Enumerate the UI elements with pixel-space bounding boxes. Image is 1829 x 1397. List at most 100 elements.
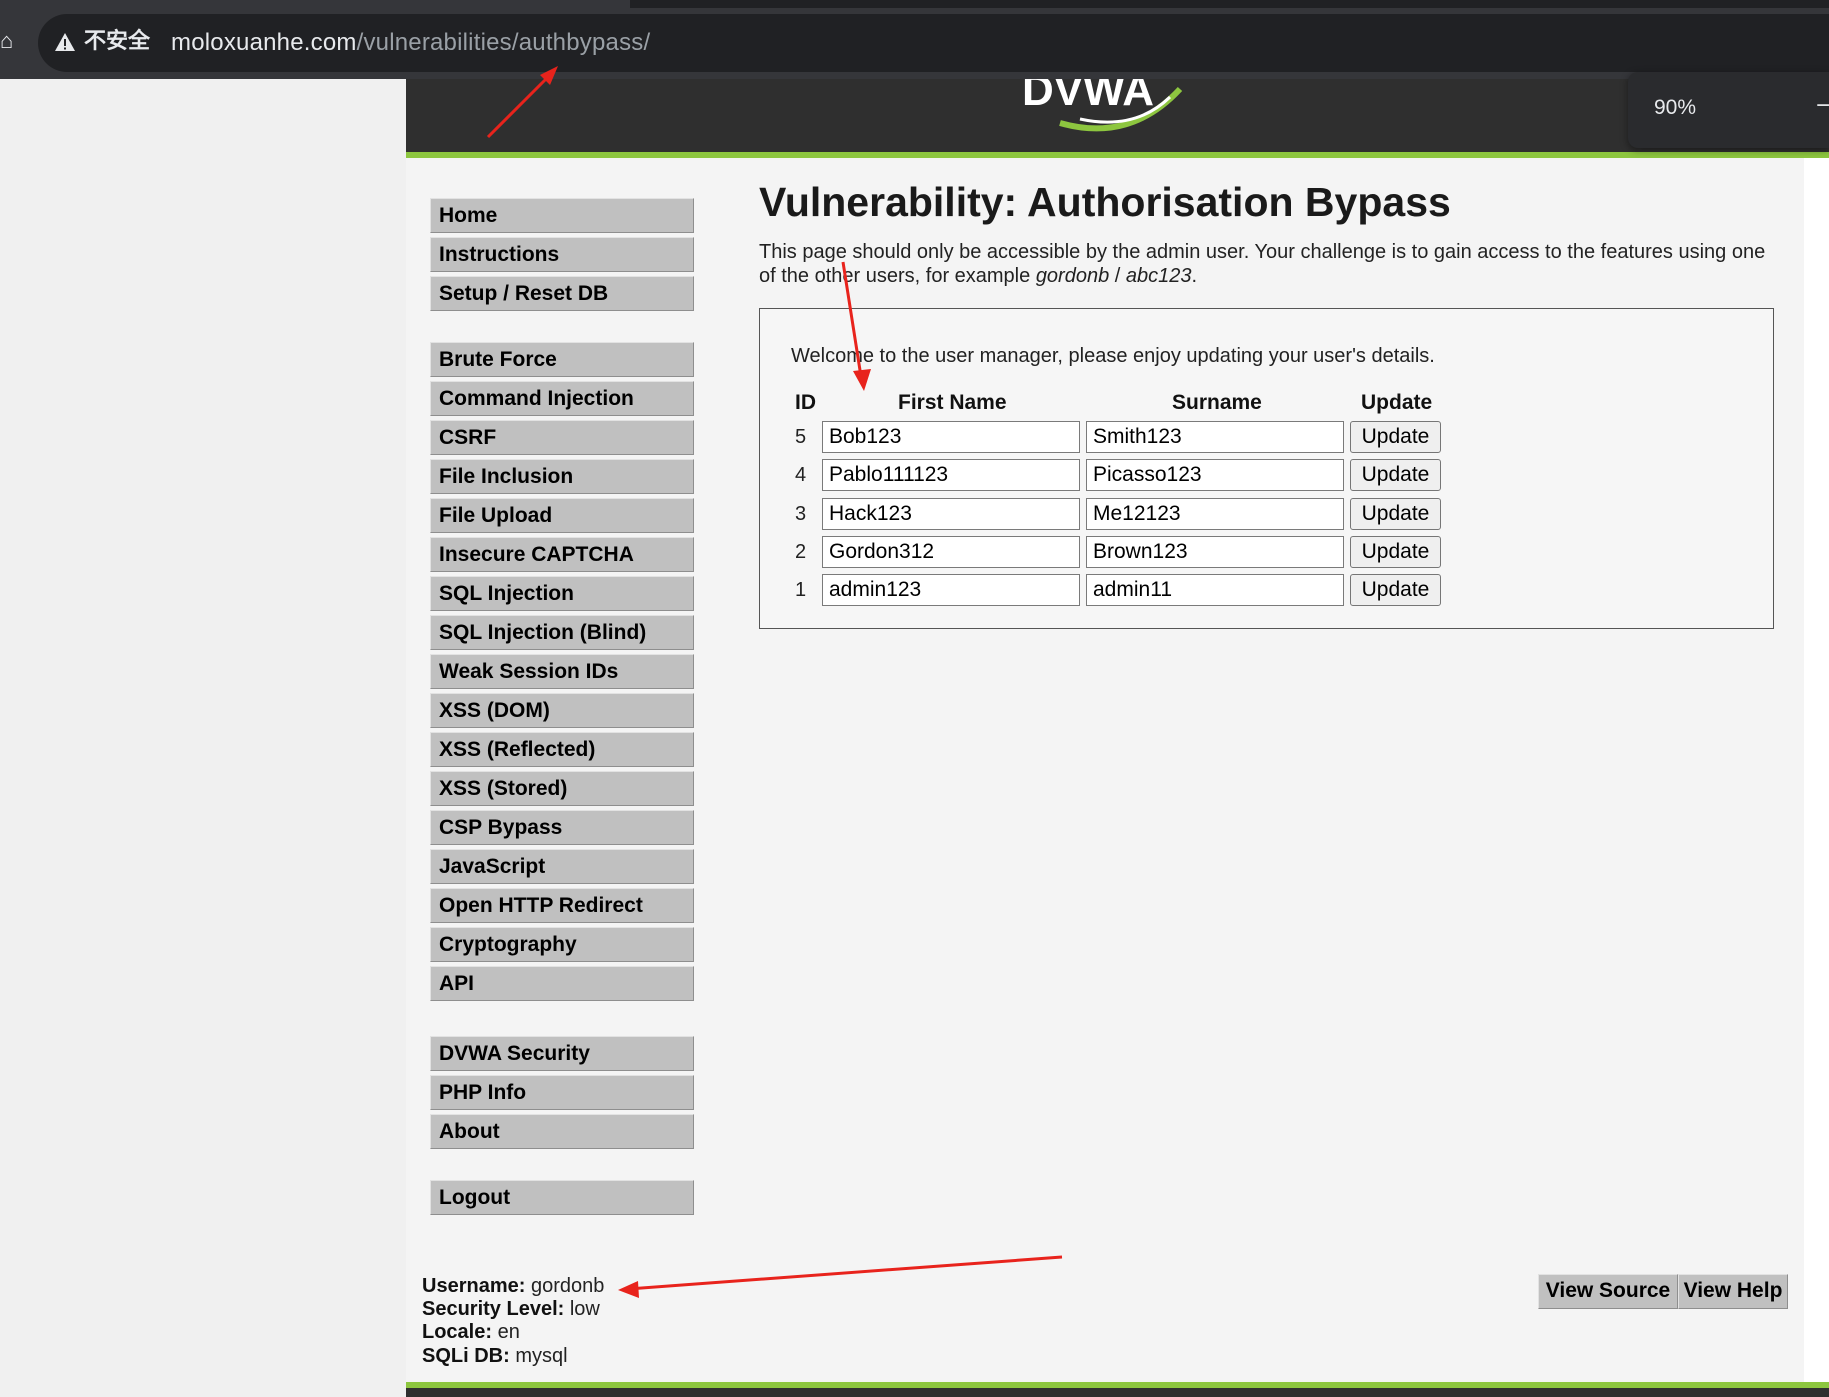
menu-insecure-captcha[interactable]: Insecure CAPTCHA [430, 537, 694, 572]
locale-label: Locale: [422, 1321, 493, 1343]
column-header-first-name: First Name [898, 391, 1007, 414]
url-host: moloxuanhe.com [171, 29, 357, 56]
menu-home[interactable]: Home [430, 198, 694, 233]
sqli-db-label: SQLi DB: [422, 1345, 510, 1367]
menu-file-inclusion[interactable]: File Inclusion [430, 459, 694, 494]
menu-item-label: XSS (Reflected) [439, 738, 596, 761]
menu-setup-reset-db[interactable]: Setup / Reset DB [430, 276, 694, 311]
menu-cryptography[interactable]: Cryptography [430, 927, 694, 962]
right-gutter [1804, 158, 1829, 1388]
url-text[interactable]: moloxuanhe.com/vulnerabilities/authbypas… [171, 26, 650, 60]
footer-dark-bar [406, 1388, 1829, 1397]
locale-value: en [497, 1321, 520, 1343]
footer-username: Username: gordonb [422, 1274, 604, 1298]
column-header-surname: Surname [1172, 391, 1262, 414]
logo-text: DVWA [1022, 79, 1154, 115]
view-source-button[interactable]: View Source [1538, 1274, 1678, 1309]
menu-item-label: Brute Force [439, 348, 557, 371]
menu-sql-injection[interactable]: SQL Injection [430, 576, 694, 611]
browser-toolbar: ⌂ 不安全 moloxuanhe.com/vulnerabilities/aut… [0, 0, 1829, 79]
menu-xss-reflected[interactable]: XSS (Reflected) [430, 732, 694, 767]
view-help-button[interactable]: View Help [1678, 1274, 1788, 1309]
update-button[interactable]: Update [1350, 459, 1441, 491]
intro-separator: / [1109, 265, 1126, 287]
row-id: 3 [795, 503, 807, 525]
menu-open-http-redirect[interactable]: Open HTTP Redirect [430, 888, 694, 923]
intro-text: This page should only be accessible by t… [759, 240, 1779, 288]
first-name-input[interactable]: admin123 [822, 574, 1080, 606]
footer-security-level: Security Level: low [422, 1297, 600, 1321]
menu-csp-bypass[interactable]: CSP Bypass [430, 810, 694, 845]
surname-input[interactable]: admin11 [1086, 574, 1344, 606]
first-name-input[interactable]: Hack123 [822, 498, 1080, 530]
zoom-level: 90% [1654, 96, 1697, 119]
menu-item-label: XSS (DOM) [439, 699, 550, 722]
menu-item-label: About [439, 1120, 500, 1143]
column-header-update: Update [1361, 391, 1433, 414]
menu-item-label: JavaScript [439, 855, 546, 878]
tab-strip [630, 0, 1829, 8]
sqli-db-value: mysql [515, 1345, 568, 1367]
menu-item-label: Command Injection [439, 387, 634, 410]
welcome-message: Welcome to the user manager, please enjo… [791, 345, 1435, 367]
row-id: 5 [795, 426, 807, 448]
menu-weak-session-ids[interactable]: Weak Session IDs [430, 654, 694, 689]
menu-item-label: SQL Injection [439, 582, 574, 605]
first-name-input[interactable]: Bob123 [822, 421, 1080, 453]
menu-brute-force[interactable]: Brute Force [430, 342, 694, 377]
surname-input[interactable]: Smith123 [1086, 421, 1344, 453]
menu-item-label: Home [439, 204, 498, 227]
menu-item-label: Open HTTP Redirect [439, 894, 643, 917]
security-level-value: low [569, 1298, 600, 1320]
menu-javascript[interactable]: JavaScript [430, 849, 694, 884]
home-icon[interactable]: ⌂ [0, 30, 13, 52]
menu-about[interactable]: About [430, 1114, 694, 1149]
intro-end: . [1191, 265, 1198, 287]
menu-csrf[interactable]: CSRF [430, 420, 694, 455]
update-button[interactable]: Update [1350, 498, 1441, 530]
menu-xss-stored[interactable]: XSS (Stored) [430, 771, 694, 806]
menu-item-label: CSP Bypass [439, 816, 563, 839]
update-button[interactable]: Update [1350, 574, 1441, 606]
menu-item-label: File Inclusion [439, 465, 574, 488]
menu-command-injection[interactable]: Command Injection [430, 381, 694, 416]
row-id: 2 [795, 541, 807, 563]
menu-xss-dom[interactable]: XSS (DOM) [430, 693, 694, 728]
column-header-id: ID [795, 391, 816, 414]
menu-item-label: File Upload [439, 504, 553, 527]
surname-input[interactable]: Picasso123 [1086, 459, 1344, 491]
menu-api[interactable]: API [430, 966, 694, 1001]
page-title: Vulnerability: Authorisation Bypass [759, 179, 1451, 225]
security-level-label: Security Level: [422, 1298, 565, 1320]
menu-logout[interactable]: Logout [430, 1180, 694, 1215]
menu-dvwa-security[interactable]: DVWA Security [430, 1036, 694, 1071]
username-label: Username: [422, 1275, 526, 1297]
surname-input[interactable]: Brown123 [1086, 536, 1344, 568]
url-path: /vulnerabilities/authbypass/ [356, 29, 651, 56]
menu-item-label: DVWA Security [439, 1042, 590, 1065]
footer-sqli-db: SQLi DB: mysql [422, 1344, 568, 1368]
zoom-out-button[interactable]: − [1816, 92, 1829, 120]
security-status-label[interactable]: 不安全 [84, 26, 150, 56]
update-button[interactable]: Update [1350, 536, 1441, 568]
menu-instructions[interactable]: Instructions [430, 237, 694, 272]
menu-item-label: Insecure CAPTCHA [439, 543, 634, 566]
menu-item-label: Weak Session IDs [439, 660, 619, 683]
update-button[interactable]: Update [1350, 421, 1441, 453]
row-id: 1 [795, 579, 807, 601]
menu-item-label: Logout [439, 1186, 511, 1209]
menu-file-upload[interactable]: File Upload [430, 498, 694, 533]
menu-item-label: API [439, 972, 475, 995]
menu-php-info[interactable]: PHP Info [430, 1075, 694, 1110]
menu-item-label: PHP Info [439, 1081, 527, 1104]
footer-locale: Locale: en [422, 1320, 520, 1344]
menu-sql-injection-blind[interactable]: SQL Injection (Blind) [430, 615, 694, 650]
first-name-input[interactable]: Gordon312 [822, 536, 1080, 568]
zoom-popup: 90% − [1628, 72, 1829, 148]
row-id: 4 [795, 464, 807, 486]
warning-icon[interactable] [54, 31, 76, 53]
menu-item-label: CSRF [439, 426, 497, 449]
menu-item-label: SQL Injection (Blind) [439, 621, 647, 644]
surname-input[interactable]: Me12123 [1086, 498, 1344, 530]
first-name-input[interactable]: Pablo111123 [822, 459, 1080, 491]
